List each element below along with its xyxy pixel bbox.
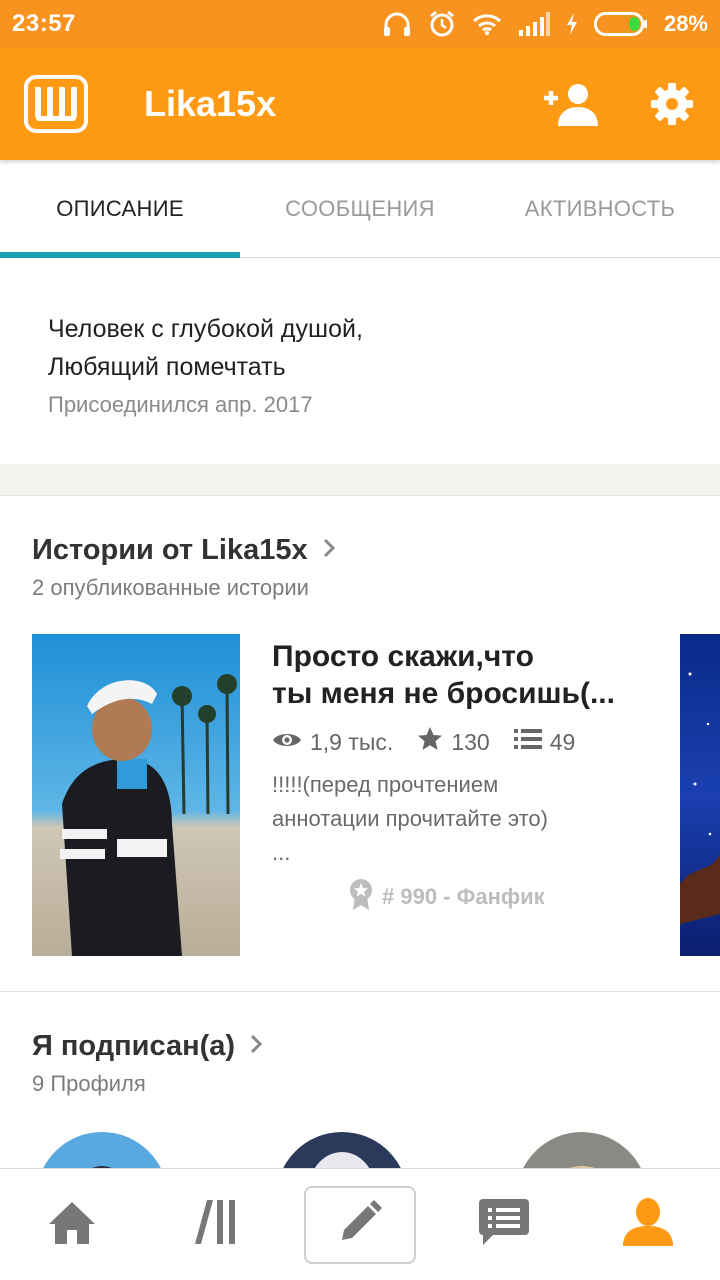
- reads-count: 1,9 тыс.: [310, 728, 394, 755]
- nav-profile[interactable]: [576, 1169, 720, 1280]
- story-title[interactable]: Просто скажи,что ты меня не бросишь(...: [272, 638, 692, 712]
- profile-description: Человек с глубокой душой, Любящий помечт…: [0, 258, 720, 464]
- parts-count: 49: [549, 728, 576, 755]
- nav-library[interactable]: [144, 1169, 288, 1280]
- story-title-line: Просто скажи,что: [272, 640, 534, 673]
- story-card[interactable]: Просто скажи,что ты меня не бросишь(... …: [272, 638, 692, 916]
- story-stats: 1,9 тыс. 130 49: [272, 726, 692, 758]
- story-description: !!!!!(перед прочтением аннотации прочита…: [272, 768, 692, 870]
- headphones-icon: [382, 11, 412, 37]
- stories-header[interactable]: Истории от Lika15x 2 опубликованные исто…: [32, 534, 336, 601]
- parts-stat: 49: [513, 728, 576, 756]
- settings-gear-icon[interactable]: [648, 80, 696, 128]
- charging-icon: [566, 13, 578, 35]
- username-title: Lika15x: [144, 83, 277, 124]
- profile-tabs: ОПИСАНИЕ СООБЩЕНИЯ АКТИВНОСТЬ: [0, 160, 720, 258]
- votes-stat: 130: [417, 726, 490, 758]
- tab-messages[interactable]: СООБЩЕНИЯ: [240, 160, 480, 257]
- stories-title-text: Истории от Lika15x: [32, 534, 308, 566]
- section-divider: [0, 464, 720, 496]
- description-line: Любящий помечтать: [48, 353, 286, 381]
- following-count: 9 Профиля: [32, 1071, 146, 1096]
- write-pencil-icon: [338, 1200, 382, 1249]
- following-header[interactable]: Я подписан(а) 9 Профиля: [32, 1030, 263, 1097]
- status-icons: 28%: [382, 10, 708, 38]
- description-line: Человек с глубокой душой,: [48, 315, 363, 343]
- app-bar-actions: [540, 76, 720, 132]
- avatar[interactable]: [36, 1132, 168, 1168]
- nav-messages[interactable]: [432, 1169, 576, 1280]
- stories-section: Истории от Lika15x 2 опубликованные исто…: [0, 496, 720, 992]
- battery-percent: 28%: [663, 11, 708, 36]
- chevron-right-icon: [322, 534, 336, 567]
- votes-count: 130: [451, 728, 490, 755]
- story-description-line: ...: [272, 840, 291, 865]
- status-time: 23:57: [12, 10, 76, 37]
- add-friend-icon[interactable]: [540, 76, 600, 132]
- wattpad-logo-icon[interactable]: [24, 75, 88, 133]
- story-description-line: !!!!!(перед прочтением: [272, 772, 499, 797]
- app-bar: Lika15x: [0, 48, 720, 160]
- alarm-icon: [428, 10, 456, 38]
- story-cover-image-next[interactable]: [680, 634, 720, 956]
- stories-title[interactable]: Истории от Lika15x: [32, 534, 336, 567]
- bottom-navigation: [0, 1168, 720, 1280]
- avatar[interactable]: [516, 1132, 648, 1168]
- story-description-line: аннотации прочитайте это): [272, 806, 548, 831]
- list-icon: [513, 728, 542, 756]
- battery-icon: [593, 12, 648, 36]
- star-icon: [417, 726, 443, 758]
- story-cover-image[interactable]: [32, 634, 240, 956]
- eye-icon: [272, 729, 302, 756]
- story-rank: # 990 - Фанфик: [348, 878, 692, 916]
- home-icon: [47, 1200, 97, 1249]
- stories-count: 2 опубликованные истории: [32, 575, 309, 600]
- tab-description[interactable]: ОПИСАНИЕ: [0, 160, 240, 258]
- nav-home[interactable]: [0, 1169, 144, 1280]
- chevron-right-icon: [249, 1030, 263, 1063]
- library-icon: [193, 1200, 239, 1249]
- rank-text: # 990 - Фанфик: [382, 884, 545, 909]
- joined-date: Присоединился апр. 2017: [48, 392, 313, 417]
- signal-icon: [518, 12, 550, 36]
- ribbon-badge-icon: [348, 878, 374, 916]
- write-button[interactable]: [304, 1185, 416, 1264]
- profile-screen: 23:57 28% Lika15x ОПИСАНИЕ СООБЩЕНИЯ АКТ…: [0, 0, 720, 1280]
- messages-icon: [479, 1199, 529, 1250]
- nav-write[interactable]: [288, 1169, 432, 1280]
- avatar[interactable]: [276, 1132, 408, 1168]
- following-title-text: Я подписан(а): [32, 1030, 236, 1062]
- status-bar: 23:57 28%: [0, 0, 720, 48]
- story-title-line: ты меня не бросишь(...: [272, 677, 615, 710]
- following-section: Я подписан(а) 9 Профиля: [0, 992, 720, 1168]
- tab-activity[interactable]: АКТИВНОСТЬ: [480, 160, 720, 257]
- wifi-icon: [472, 12, 502, 36]
- following-title[interactable]: Я подписан(а): [32, 1030, 263, 1063]
- reads-stat: 1,9 тыс.: [272, 729, 393, 756]
- profile-icon: [623, 1198, 673, 1251]
